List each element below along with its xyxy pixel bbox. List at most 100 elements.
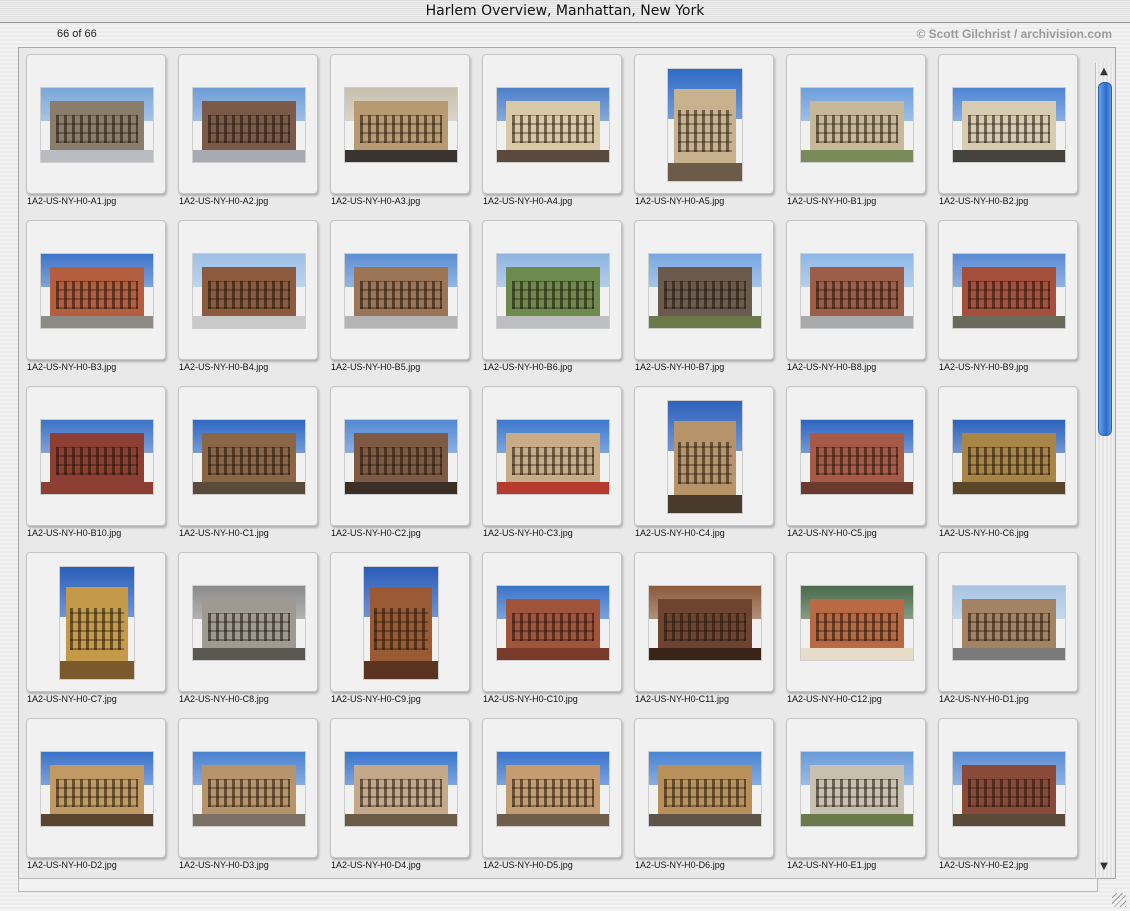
thumbnail-image[interactable] xyxy=(496,751,610,827)
slide-mount[interactable] xyxy=(178,386,318,526)
thumbnail-item[interactable]: 1A2-US-NY-H0-C6.jpg xyxy=(931,380,1083,540)
thumbnail-image[interactable] xyxy=(496,419,610,495)
horizontal-scrollbar[interactable] xyxy=(18,878,1098,892)
thumbnail-image[interactable] xyxy=(800,751,914,827)
slide-mount[interactable] xyxy=(938,386,1078,526)
slide-mount[interactable] xyxy=(26,386,166,526)
thumbnail-item[interactable]: 1A2-US-NY-H0-B3.jpg xyxy=(19,214,171,374)
thumbnail-image[interactable] xyxy=(344,87,458,163)
thumbnail-image[interactable] xyxy=(800,253,914,329)
thumbnail-image[interactable] xyxy=(667,68,743,182)
thumbnail-item[interactable]: 1A2-US-NY-H0-C5.jpg xyxy=(779,380,931,540)
thumbnail-image[interactable] xyxy=(40,419,154,495)
slide-mount[interactable] xyxy=(26,552,166,692)
slide-mount[interactable] xyxy=(178,220,318,360)
thumbnail-item[interactable]: 1A2-US-NY-H0-A5.jpg xyxy=(627,48,779,208)
thumbnail-item[interactable]: 1A2-US-NY-H0-B1.jpg xyxy=(779,48,931,208)
thumbnail-item[interactable]: 1A2-US-NY-H0-C4.jpg xyxy=(627,380,779,540)
slide-mount[interactable] xyxy=(482,54,622,194)
slide-mount[interactable] xyxy=(786,386,926,526)
slide-mount[interactable] xyxy=(938,54,1078,194)
thumbnail-image[interactable] xyxy=(192,419,306,495)
thumbnail-item[interactable]: 1A2-US-NY-H0-E1.jpg xyxy=(779,712,931,872)
thumbnail-item[interactable]: 1A2-US-NY-H0-D3.jpg xyxy=(171,712,323,872)
slide-mount[interactable] xyxy=(786,54,926,194)
thumbnail-item[interactable]: 1A2-US-NY-H0-A1.jpg xyxy=(19,48,171,208)
thumbnail-item[interactable]: 1A2-US-NY-H0-B2.jpg xyxy=(931,48,1083,208)
thumbnail-image[interactable] xyxy=(800,87,914,163)
slide-mount[interactable] xyxy=(786,220,926,360)
slide-mount[interactable] xyxy=(634,220,774,360)
thumbnail-image[interactable] xyxy=(344,253,458,329)
thumbnail-item[interactable]: 1A2-US-NY-H0-B7.jpg xyxy=(627,214,779,374)
thumbnail-item[interactable]: 1A2-US-NY-H0-D1.jpg xyxy=(931,546,1083,706)
slide-mount[interactable] xyxy=(178,54,318,194)
thumbnail-image[interactable] xyxy=(952,751,1066,827)
thumbnail-image[interactable] xyxy=(648,751,762,827)
slide-mount[interactable] xyxy=(634,54,774,194)
thumbnail-item[interactable]: 1A2-US-NY-H0-D4.jpg xyxy=(323,712,475,872)
thumbnail-image[interactable] xyxy=(192,585,306,661)
slide-mount[interactable] xyxy=(634,552,774,692)
thumbnail-item[interactable]: 1A2-US-NY-H0-B5.jpg xyxy=(323,214,475,374)
thumbnail-image[interactable] xyxy=(40,253,154,329)
thumbnail-image[interactable] xyxy=(952,419,1066,495)
scroll-up-arrow-icon[interactable]: ▲ xyxy=(1097,65,1111,79)
thumbnail-item[interactable]: 1A2-US-NY-H0-B6.jpg xyxy=(475,214,627,374)
slide-mount[interactable] xyxy=(178,552,318,692)
resize-grip-icon[interactable] xyxy=(1112,893,1126,907)
thumbnail-image[interactable] xyxy=(344,419,458,495)
slide-mount[interactable] xyxy=(482,718,622,858)
thumbnail-image[interactable] xyxy=(800,585,914,661)
thumbnail-item[interactable]: 1A2-US-NY-H0-B8.jpg xyxy=(779,214,931,374)
thumbnail-image[interactable] xyxy=(496,253,610,329)
thumbnail-image[interactable] xyxy=(496,585,610,661)
thumbnail-item[interactable]: 1A2-US-NY-H0-C9.jpg xyxy=(323,546,475,706)
thumbnail-image[interactable] xyxy=(40,751,154,827)
thumbnail-item[interactable]: 1A2-US-NY-H0-C2.jpg xyxy=(323,380,475,540)
thumbnail-item[interactable]: 1A2-US-NY-H0-A3.jpg xyxy=(323,48,475,208)
slide-mount[interactable] xyxy=(634,386,774,526)
thumbnail-image[interactable] xyxy=(952,87,1066,163)
thumbnail-image[interactable] xyxy=(496,87,610,163)
thumbnail-item[interactable]: 1A2-US-NY-H0-B10.jpg xyxy=(19,380,171,540)
thumbnail-item[interactable]: 1A2-US-NY-H0-C11.jpg xyxy=(627,546,779,706)
slide-mount[interactable] xyxy=(26,220,166,360)
slide-mount[interactable] xyxy=(178,718,318,858)
thumbnail-image[interactable] xyxy=(952,253,1066,329)
slide-mount[interactable] xyxy=(938,718,1078,858)
slide-mount[interactable] xyxy=(786,552,926,692)
thumbnail-item[interactable]: 1A2-US-NY-H0-D2.jpg xyxy=(19,712,171,872)
thumbnail-item[interactable]: 1A2-US-NY-H0-A4.jpg xyxy=(475,48,627,208)
thumbnail-image[interactable] xyxy=(192,87,306,163)
slide-mount[interactable] xyxy=(938,552,1078,692)
thumbnail-item[interactable]: 1A2-US-NY-H0-C3.jpg xyxy=(475,380,627,540)
slide-mount[interactable] xyxy=(26,718,166,858)
thumbnail-image[interactable] xyxy=(344,751,458,827)
slide-mount[interactable] xyxy=(330,718,470,858)
slide-mount[interactable] xyxy=(786,718,926,858)
slide-mount[interactable] xyxy=(634,718,774,858)
slide-mount[interactable] xyxy=(26,54,166,194)
thumbnail-item[interactable]: 1A2-US-NY-H0-C7.jpg xyxy=(19,546,171,706)
slide-mount[interactable] xyxy=(482,552,622,692)
thumbnail-image[interactable] xyxy=(59,566,135,680)
thumbnail-image[interactable] xyxy=(648,585,762,661)
thumbnail-item[interactable]: 1A2-US-NY-H0-E2.jpg xyxy=(931,712,1083,872)
slide-mount[interactable] xyxy=(330,220,470,360)
slide-mount[interactable] xyxy=(330,54,470,194)
thumbnail-item[interactable]: 1A2-US-NY-H0-C1.jpg xyxy=(171,380,323,540)
thumbnail-item[interactable]: 1A2-US-NY-H0-C8.jpg xyxy=(171,546,323,706)
thumbnail-image[interactable] xyxy=(800,419,914,495)
slide-mount[interactable] xyxy=(938,220,1078,360)
slide-mount[interactable] xyxy=(482,386,622,526)
scroll-down-arrow-icon[interactable]: ▼ xyxy=(1097,860,1111,874)
thumbnail-item[interactable]: 1A2-US-NY-H0-B9.jpg xyxy=(931,214,1083,374)
thumbnail-item[interactable]: 1A2-US-NY-H0-B4.jpg xyxy=(171,214,323,374)
thumbnail-item[interactable]: 1A2-US-NY-H0-C12.jpg xyxy=(779,546,931,706)
thumbnail-image[interactable] xyxy=(648,253,762,329)
thumbnail-image[interactable] xyxy=(192,253,306,329)
thumbnail-image[interactable] xyxy=(363,566,439,680)
thumbnail-item[interactable]: 1A2-US-NY-H0-D5.jpg xyxy=(475,712,627,872)
thumbnail-image[interactable] xyxy=(667,400,743,514)
